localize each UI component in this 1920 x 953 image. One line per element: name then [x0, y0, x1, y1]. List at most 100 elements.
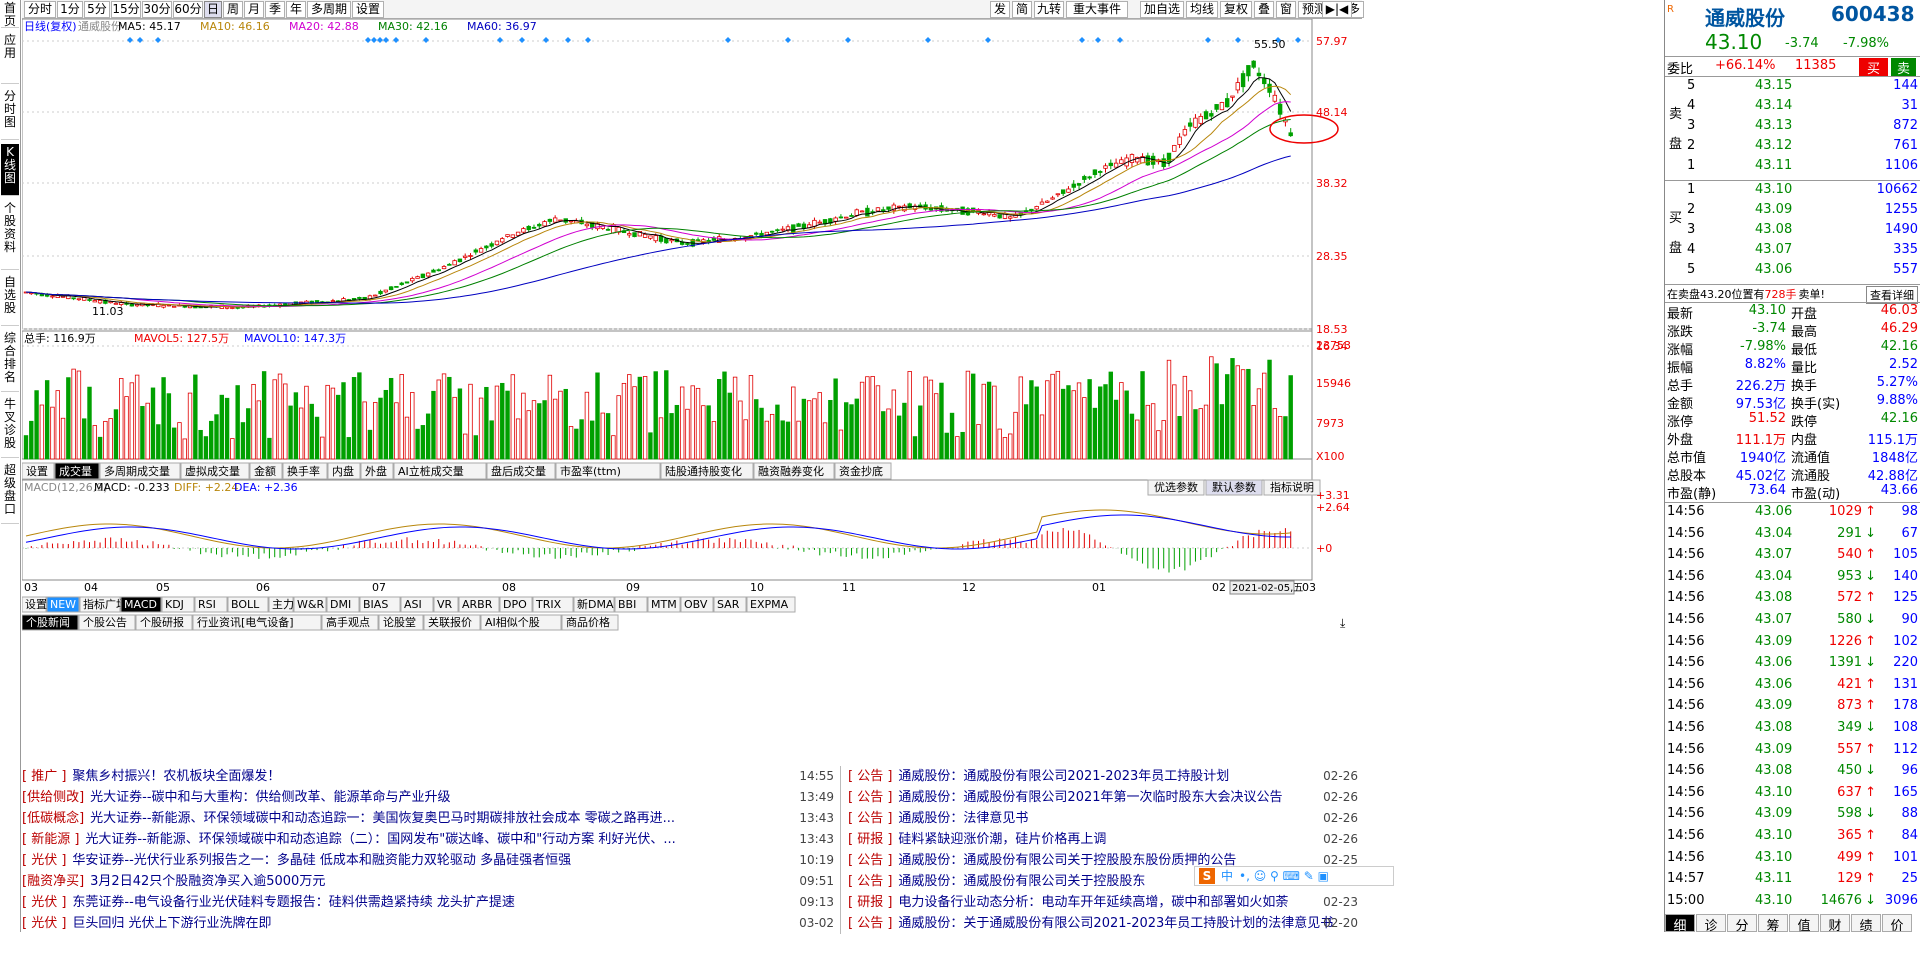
bottom-tab-1[interactable]: 诊: [1696, 914, 1726, 934]
tool-button-4[interactable]: 加自选: [1140, 1, 1184, 18]
period-tab-8[interactable]: 月: [244, 1, 264, 18]
bottom-tab-4[interactable]: 值: [1789, 914, 1819, 934]
bottom-tab-3[interactable]: 筹: [1758, 914, 1788, 934]
ime-toolbar[interactable]: S 中 •, ☺ ⚲ ⌨ ✎ ▣: [1194, 866, 1394, 886]
tool-button-7[interactable]: 叠: [1254, 1, 1274, 18]
sub-tab-10[interactable]: 市盈率(ttm): [555, 462, 661, 480]
sidenav-item-0[interactable]: 首页: [1, 0, 19, 28]
sub-tab-12[interactable]: 融资融券变化: [753, 462, 835, 480]
indicator-tab-0[interactable]: 设置: [22, 596, 47, 613]
sidenav-item-7[interactable]: 牛叉诊股: [1, 396, 19, 458]
bottom-tab-5[interactable]: 财: [1820, 914, 1850, 934]
sub-tab-6[interactable]: 内盘: [327, 462, 361, 480]
period-tab-0[interactable]: 分时: [24, 1, 56, 18]
period-tab-12[interactable]: 设置: [352, 1, 384, 18]
announcement-title[interactable]: 通威股份：通威股份有限公司2021年第一次临时股东大会决议公告: [898, 790, 1282, 805]
order-notice[interactable]: 在卖盘43.20位置有728手 卖单!: [1667, 286, 1825, 302]
indicator-tab-6[interactable]: BOLL: [227, 596, 269, 613]
announcement-item[interactable]: [ 研报 ] 电力设备行业动态分析：电动车开年延续高增，碳中和部署如火如荼 02-2…: [848, 892, 1358, 913]
period-tab-3[interactable]: 15分: [111, 1, 141, 18]
indicator-tab-9[interactable]: DMI: [326, 596, 360, 613]
indicator-tab-8[interactable]: W&R: [293, 596, 327, 613]
announcement-title[interactable]: 通威股份：通威股份有限公司关于控股股东股份质押的公告: [898, 853, 1236, 868]
macd-btn-2[interactable]: 指标说明: [1263, 479, 1321, 496]
sub-tab-11[interactable]: 陆股通持股变化: [660, 462, 754, 480]
news-tab-1[interactable]: 个股公告: [78, 614, 136, 631]
indicator-tab-17[interactable]: BBI: [614, 596, 648, 613]
news-title[interactable]: 光大证券--新能源、环保领域碳中和动态追踪（二）：国网发布"碳达峰、碳中和"行动…: [85, 832, 675, 847]
indicator-tab-4[interactable]: KDJ: [161, 596, 195, 613]
news-title[interactable]: 光大证券--新能源、环保领域碳中和动态追踪一：美国恢复奥巴马时期碳排放社会成本 …: [90, 811, 675, 826]
period-tab-5[interactable]: 60分: [173, 1, 203, 18]
sidenav-item-1[interactable]: 应用: [1, 32, 19, 84]
sell-button[interactable]: 卖: [1891, 58, 1917, 77]
sidenav-item-3[interactable]: K线图: [1, 144, 19, 196]
news-item[interactable]: [供给侧改] 光大证券--碳中和与大重构：供给侧改革、能源革命与产业升级 13:49: [22, 787, 834, 808]
sidenav-item-2[interactable]: 分时图: [1, 88, 19, 140]
bottom-tab-6[interactable]: 绩: [1851, 914, 1881, 934]
bottom-tab-0[interactable]: 细: [1665, 914, 1695, 934]
macd-btn-1[interactable]: 默认参数: [1205, 479, 1263, 496]
sidenav-item-5[interactable]: 自选股: [1, 274, 19, 326]
news-item[interactable]: [ 新能源 ] 光大证券--新能源、环保领域碳中和动态追踪（二）：国网发布"碳达峰…: [22, 829, 834, 850]
indicator-tab-16[interactable]: 新DMA: [573, 596, 615, 613]
news-tab-2[interactable]: 个股研报: [135, 614, 193, 631]
news-tab-6[interactable]: 关联报价: [423, 614, 481, 631]
sub-tab-7[interactable]: 外盘: [360, 462, 394, 480]
indicator-tab-11[interactable]: ASI: [400, 596, 434, 613]
sub-tab-9[interactable]: 盘后成交量: [486, 462, 556, 480]
indicator-tab-13[interactable]: ARBR: [458, 596, 500, 613]
announcement-item[interactable]: [ 公告 ] 通威股份：法律意见书 02-26: [848, 808, 1358, 829]
news-tab-3[interactable]: 行业资讯[电气设备]: [192, 614, 322, 631]
news-item[interactable]: [ 光伏 ] 华安证券--光伏行业系列报告之一：多晶硅 低成本和融资能力双轮驱动 …: [22, 850, 834, 871]
news-tab-5[interactable]: 论股堂: [378, 614, 424, 631]
announcement-title[interactable]: 通威股份：法律意见书: [898, 811, 1028, 826]
download-icon[interactable]: ⤓: [1340, 616, 1346, 630]
sidenav-item-4[interactable]: 个股资料: [1, 200, 19, 270]
news-item[interactable]: [融资净买] 3月2日42只个股融资净买入逾5000万元 09:51: [22, 871, 834, 892]
indicator-tab-3[interactable]: MACD: [120, 596, 162, 613]
buy-button[interactable]: 买: [1859, 58, 1889, 77]
collapse-button[interactable]: ▶|◀: [1322, 1, 1352, 18]
news-title[interactable]: 巨头回归 光伏上下游行业洗牌在即: [72, 916, 271, 931]
period-tab-4[interactable]: 30分: [142, 1, 172, 18]
indicator-tab-7[interactable]: 主力: [268, 596, 294, 613]
news-title[interactable]: 东莞证券--电气设备行业光伏硅料专题报告：硅料供需趋紧持续 龙头扩产提速: [72, 895, 515, 910]
sub-tab-13[interactable]: 资金抄底: [834, 462, 892, 480]
indicator-tab-5[interactable]: RSI: [194, 596, 228, 613]
period-tab-6[interactable]: 日: [204, 1, 222, 18]
announcement-title[interactable]: 通威股份：通威股份有限公司关于控股股东: [898, 874, 1145, 889]
sub-tab-1[interactable]: 成交量: [54, 462, 100, 480]
indicator-tab-18[interactable]: MTM: [647, 596, 681, 613]
sidenav-item-8[interactable]: 超级盘口: [1, 462, 19, 524]
news-tab-0[interactable]: 个股新闻: [22, 614, 79, 631]
period-tab-9[interactable]: 季: [265, 1, 285, 18]
sub-tab-3[interactable]: 虚拟成交量: [180, 462, 250, 480]
indicator-tab-20[interactable]: SAR: [713, 596, 747, 613]
period-tab-2[interactable]: 5分: [84, 1, 110, 18]
tool-button-8[interactable]: 窗: [1276, 1, 1296, 18]
announcement-title[interactable]: 通威股份：通威股份有限公司2021-2023年员工持股计划: [898, 769, 1229, 784]
ime-mode[interactable]: 中: [1221, 869, 1233, 883]
indicator-tab-2[interactable]: 指标广场: [79, 596, 127, 613]
news-item[interactable]: [ 光伏 ] 巨头回归 光伏上下游行业洗牌在即 03-02: [22, 913, 834, 934]
sub-tab-4[interactable]: 金额: [249, 462, 283, 480]
announcement-item[interactable]: [ 研报 ] 硅料紧缺迎涨价潮，硅片价格再上调 02-26: [848, 829, 1358, 850]
sidenav-item-6[interactable]: 综合排名: [1, 330, 19, 392]
news-tab-8[interactable]: 商品价格: [561, 614, 619, 631]
news-tab-7[interactable]: AI相似个股: [480, 614, 562, 631]
news-tab-4[interactable]: 高手观点: [321, 614, 379, 631]
news-title[interactable]: 3月2日42只个股融资净买入逾5000万元: [90, 874, 325, 889]
kline-chart-area[interactable]: 日线(复权) 通威股份MA5: 45.17 MA10: 46.16 MA20: 42.…: [22, 19, 1662, 741]
period-tab-1[interactable]: 1分: [57, 1, 83, 18]
announcement-title[interactable]: 硅料紧缺迎涨价潮，硅片价格再上调: [898, 832, 1106, 847]
indicator-tab-14[interactable]: DPO: [499, 596, 533, 613]
bottom-tab-7[interactable]: 价: [1882, 914, 1912, 934]
indicator-tab-10[interactable]: BIAS: [359, 596, 401, 613]
news-title[interactable]: 华安证券--光伏行业系列报告之一：多晶硅 低成本和融资能力双轮驱动 多晶硅强者恒…: [72, 853, 571, 868]
announcement-item[interactable]: [ 公告 ] 通威股份：通威股份有限公司2021-2023年员工持股计划 02-26: [848, 766, 1358, 787]
news-item[interactable]: [低碳概念] 光大证券--新能源、环保领域碳中和动态追踪一：美国恢复奥巴马时期碳排…: [22, 808, 834, 829]
tool-button-3[interactable]: 重大事件: [1066, 1, 1128, 18]
tool-button-6[interactable]: 复权: [1220, 1, 1252, 18]
tool-button-0[interactable]: 发: [990, 1, 1010, 18]
